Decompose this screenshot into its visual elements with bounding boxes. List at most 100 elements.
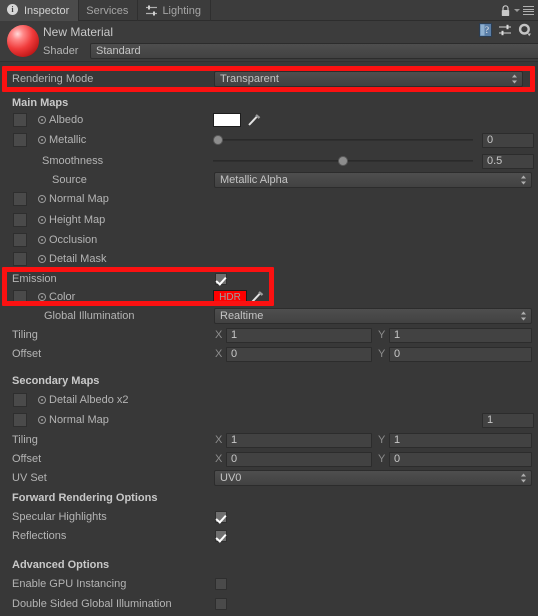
tiling-y-tag: Y [378, 329, 386, 341]
tab-inspector-label: Inspector [24, 4, 70, 17]
occlusion-texture-slot[interactable] [13, 233, 27, 247]
global-illumination-label: Global Illumination [44, 310, 135, 322]
normal-map-label: Normal Map [49, 193, 109, 205]
rendering-mode-label: Rendering Mode [12, 73, 94, 85]
metallic-slider[interactable] [213, 133, 473, 147]
albedo-texture-slot[interactable] [13, 113, 27, 127]
shader-dropdown[interactable]: Standard [90, 43, 538, 59]
secondary-tiling-y-value: 1 [394, 434, 401, 446]
gear-icon[interactable] [518, 23, 532, 37]
smoothness-slider-knob[interactable] [338, 156, 348, 166]
smoothness-value-field[interactable]: 0.5 [482, 153, 534, 169]
double-sided-gi-checkbox[interactable] [215, 598, 227, 610]
uv-set-dropdown[interactable]: UV0 [214, 470, 532, 486]
smoothness-value: 0.5 [487, 155, 503, 167]
detail-albedo-texture-slot[interactable] [13, 393, 27, 407]
secondary-normal-map-value-field[interactable]: 1 [482, 412, 534, 428]
emission-offset-x-field[interactable]: 0 [226, 346, 372, 362]
smoothness-slider[interactable] [213, 154, 473, 168]
metallic-toggle-icon[interactable] [38, 136, 46, 144]
sliders-icon [145, 5, 158, 16]
secondary-tiling-y-field[interactable]: 1 [389, 432, 532, 448]
material-name: New Material [43, 25, 114, 39]
secondary-tiling-x-field[interactable]: 1 [226, 432, 372, 448]
emission-texture-slot[interactable] [13, 290, 27, 304]
gpu-instancing-checkbox[interactable] [215, 578, 227, 590]
albedo-toggle-icon[interactable] [38, 116, 46, 124]
secondary-offset-x-value: 0 [231, 453, 238, 465]
main-maps-heading: Main Maps [12, 97, 69, 109]
specular-highlights-label: Specular Highlights [12, 511, 107, 523]
tiling-y-tag: Y [378, 434, 386, 446]
emission-color-row: Color HDR [0, 288, 538, 306]
emission-tiling-x-field[interactable]: 1 [226, 327, 372, 343]
smoothness-label: Smoothness [42, 155, 104, 167]
metallic-texture-slot[interactable] [13, 133, 27, 147]
emission-color-label: Color [49, 291, 76, 303]
normal-map-texture-slot[interactable] [13, 192, 27, 206]
secondary-tiling-x-value: 1 [231, 434, 238, 446]
tab-bar-controls [500, 0, 534, 21]
emission-label: Emission [12, 273, 57, 285]
gpu-instancing-label: Enable GPU Instancing [12, 578, 127, 590]
metallic-value: 0 [487, 134, 494, 146]
detail-mask-texture-slot[interactable] [13, 252, 27, 266]
emission-offset-row: Offset X 0 Y 0 [0, 345, 538, 363]
metallic-row: Metallic 0 [0, 131, 538, 149]
eyedropper-icon[interactable] [247, 113, 261, 127]
metallic-slider-track [213, 139, 473, 141]
offset-x-tag: X [215, 348, 223, 360]
material-preview-sphere[interactable] [7, 25, 39, 57]
secondary-normal-map-toggle-icon[interactable] [38, 416, 46, 424]
metallic-value-field[interactable]: 0 [482, 132, 534, 148]
help-book-icon[interactable]: ? [479, 23, 492, 37]
secondary-normal-map-texture-slot[interactable] [13, 413, 27, 427]
albedo-label: Albedo [49, 114, 84, 126]
tab-lighting[interactable]: Lighting [138, 0, 211, 21]
material-header-icons: ? [479, 23, 532, 37]
rendering-mode-dropdown[interactable]: Transparent [214, 71, 523, 87]
secondary-offset-y-field[interactable]: 0 [389, 451, 532, 467]
albedo-color-swatch[interactable] [213, 113, 241, 127]
tab-services[interactable]: Services [79, 0, 139, 21]
tab-bar: i Inspector Services Lighting [0, 0, 538, 21]
height-map-label: Height Map [49, 214, 106, 226]
source-value: Metallic Alpha [220, 174, 288, 186]
hamburger-menu-icon[interactable] [523, 6, 534, 15]
emission-offset-y-field[interactable]: 0 [389, 346, 532, 362]
secondary-tiling-row: Tiling X 1 Y 1 [0, 431, 538, 449]
tab-inspector[interactable]: i Inspector [0, 0, 80, 21]
height-map-row: Height Map [0, 211, 538, 229]
occlusion-label: Occlusion [49, 234, 98, 246]
secondary-offset-row: Offset X 0 Y 0 [0, 450, 538, 468]
secondary-offset-x-field[interactable]: 0 [226, 451, 372, 467]
emission-tiling-x-value: 1 [231, 329, 238, 341]
lock-icon[interactable] [500, 4, 511, 17]
emission-checkbox[interactable] [215, 273, 227, 285]
advanced-options-heading: Advanced Options [12, 559, 110, 571]
updown-arrows-icon [520, 311, 527, 322]
offset-x-tag: X [215, 453, 223, 465]
chevron-down-icon[interactable] [514, 9, 520, 12]
reflections-checkbox[interactable] [215, 530, 227, 542]
rendering-mode-value: Transparent [220, 73, 279, 85]
occlusion-toggle-icon[interactable] [38, 236, 46, 244]
detail-albedo-toggle-icon[interactable] [38, 396, 46, 404]
eyedropper-icon[interactable] [250, 290, 264, 304]
detail-mask-toggle-icon[interactable] [38, 255, 46, 263]
updown-arrows-icon [520, 175, 527, 186]
height-map-texture-slot[interactable] [13, 213, 27, 227]
emission-tiling-y-field[interactable]: 1 [389, 327, 532, 343]
global-illumination-dropdown[interactable]: Realtime [214, 308, 532, 324]
normal-map-toggle-icon[interactable] [38, 195, 46, 203]
emission-color-toggle-icon[interactable] [38, 293, 46, 301]
height-map-toggle-icon[interactable] [38, 216, 46, 224]
material-header: New Material Shader Standard ? [0, 21, 538, 62]
double-sided-gi-row: Double Sided Global Illumination [0, 595, 538, 613]
preset-sliders-icon[interactable] [498, 24, 512, 36]
metallic-slider-knob[interactable] [213, 135, 223, 145]
specular-highlights-checkbox[interactable] [215, 511, 227, 523]
emission-color-swatch[interactable]: HDR [213, 290, 247, 304]
source-dropdown[interactable]: Metallic Alpha [214, 172, 532, 188]
tiling-x-tag: X [215, 434, 223, 446]
